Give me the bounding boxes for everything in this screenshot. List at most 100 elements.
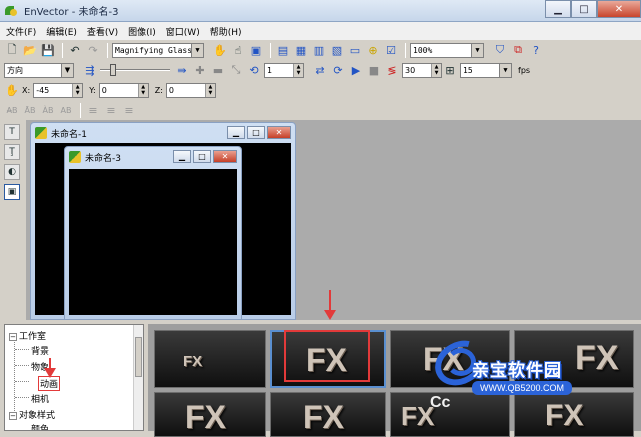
close-button[interactable]: ✕ <box>597 0 641 18</box>
tree-node-object-style[interactable]: − 对象样式 <box>9 408 55 421</box>
frame-field[interactable]: 1 ▲ ▼ <box>264 62 304 78</box>
view-camera-icon[interactable]: ▭ <box>347 42 363 58</box>
menu-edit[interactable]: 编辑(E) <box>46 25 77 38</box>
chevron-down-icon: ▼ <box>61 63 73 77</box>
close-button[interactable]: ✕ <box>213 150 237 163</box>
text-style-a-icon[interactable]: A̶B <box>4 102 20 118</box>
maximize-button[interactable]: □ <box>571 0 597 18</box>
export-icon[interactable]: ⧉ <box>510 42 526 58</box>
spin-arrows-icon[interactable]: ▲ ▼ <box>72 83 83 97</box>
x-label: X: <box>22 85 31 95</box>
rotate-tool-icon[interactable]: ✋ <box>4 82 20 98</box>
spin-arrows-icon[interactable]: ▲ ▼ <box>204 83 215 97</box>
speed-icon[interactable]: ≶ <box>384 62 400 78</box>
fit-view-icon[interactable]: ▣ <box>248 42 264 58</box>
tree-item-camera[interactable]: 相机 <box>31 392 49 405</box>
text-tool-icon[interactable]: T <box>4 124 20 140</box>
view-top-icon[interactable]: ▦ <box>293 42 309 58</box>
text-style-d-icon[interactable]: AB <box>58 102 74 118</box>
hand-pan-icon[interactable]: ✋ <box>212 42 228 58</box>
tool-select[interactable]: Magnifying Glass ▼ <box>112 42 204 58</box>
envector-app-icon <box>4 4 18 18</box>
menu-window[interactable]: 窗口(W) <box>166 25 200 38</box>
align-right-icon[interactable]: ≡ <box>121 102 137 118</box>
repeat-icon[interactable]: ⟳ <box>330 62 346 78</box>
loop-back-icon[interactable]: ⟲ <box>246 62 262 78</box>
chevron-down-icon: ▼ <box>191 43 203 57</box>
scale-keyframe-icon[interactable]: ⤡ <box>228 62 244 78</box>
undo-icon[interactable]: ↶ <box>67 42 83 58</box>
fps-field[interactable]: 30 ▲ ▼ <box>402 62 442 78</box>
help-pointer-icon[interactable]: ? <box>528 42 544 58</box>
play-icon[interactable]: ▶ <box>348 62 364 78</box>
y-field[interactable]: 0 ▲ ▼ <box>98 82 149 98</box>
menu-help[interactable]: 帮助(H) <box>210 25 242 38</box>
gallery-thumbnail[interactable]: FX <box>154 330 266 388</box>
x-field[interactable]: -45 ▲ ▼ <box>33 82 84 98</box>
tree-scrollbar[interactable] <box>133 325 143 430</box>
collapse-icon[interactable]: − <box>9 333 17 341</box>
zoom-select[interactable]: 100% ▼ <box>410 42 484 58</box>
gallery-thumbnail[interactable]: FX <box>270 392 386 437</box>
redo-icon[interactable]: ↷ <box>85 42 101 58</box>
text-style-c-icon[interactable]: ÀB <box>40 102 56 118</box>
remove-keyframe-icon[interactable]: ▬ <box>210 62 226 78</box>
align-left-icon[interactable]: ≡ <box>85 102 101 118</box>
scrollbar-thumb[interactable] <box>135 337 142 377</box>
menu-image[interactable]: 图像(I) <box>128 25 156 38</box>
new-file-icon[interactable]: 🗋 <box>4 42 20 58</box>
spin-arrows-icon[interactable]: ▲ ▼ <box>293 63 303 77</box>
maximize-button[interactable]: □ <box>247 126 265 139</box>
keyframe-move-icon[interactable]: ⇶ <box>82 62 98 78</box>
document-canvas[interactable] <box>69 169 237 315</box>
timeline-slider[interactable] <box>100 63 170 77</box>
gallery-thumbnail[interactable]: FX <box>154 392 266 437</box>
open-folder-icon[interactable]: 📂 <box>22 42 38 58</box>
watermark-brand: 亲宝软件园 <box>472 361 562 381</box>
thumbnail-label: FX <box>303 399 344 435</box>
menu-view[interactable]: 查看(V) <box>87 25 118 38</box>
z-field[interactable]: 0 ▲ ▼ <box>165 82 216 98</box>
ping-pong-icon[interactable]: ⇄ <box>312 62 328 78</box>
tree-node-studio[interactable]: − 工作室 <box>9 329 46 342</box>
view-front-icon[interactable]: ▤ <box>275 42 291 58</box>
watermark-url: WWW.QB5200.COM <box>472 381 573 395</box>
tree-node-label: 对象样式 <box>19 411 56 421</box>
save-icon[interactable]: 💾 <box>40 42 56 58</box>
keyframe-jump-icon[interactable]: ⇛ <box>174 62 190 78</box>
render-icon[interactable]: ⛉ <box>492 42 508 58</box>
text-frame-tool-icon[interactable]: Ţ <box>4 144 20 160</box>
maximize-button[interactable]: □ <box>193 150 211 163</box>
menu-file[interactable]: 文件(F) <box>6 25 36 38</box>
tree-item-animation[interactable]: 动画 <box>38 376 61 391</box>
fps-divider-icon: ⊞ <box>445 63 455 77</box>
view-side-icon[interactable]: ▥ <box>311 42 327 58</box>
tree-item-background[interactable]: 背景 <box>31 344 49 357</box>
minimize-button[interactable]: ▁ <box>227 126 245 139</box>
collapse-icon[interactable]: − <box>9 412 17 420</box>
rotate-hand-icon[interactable]: ☝ <box>230 42 246 58</box>
close-button[interactable]: ✕ <box>267 126 291 139</box>
spin-arrows-icon[interactable]: ▲ ▼ <box>137 83 148 97</box>
view-perspective-icon[interactable]: ▧ <box>329 42 345 58</box>
minimize-button[interactable]: ▁ <box>545 0 571 18</box>
tree-item-color[interactable]: 颜色 <box>31 422 49 430</box>
slider-thumb[interactable] <box>110 64 116 76</box>
document-title: 未命名-1 <box>51 129 87 140</box>
edit-object-icon[interactable]: ☑ <box>383 42 399 58</box>
fps-select-value: 15 <box>463 65 473 75</box>
fps-select[interactable]: 15 ▼ <box>460 62 512 78</box>
direction-select[interactable]: 方向 ▼ <box>4 62 74 78</box>
globe-icon[interactable]: ⊕ <box>365 42 381 58</box>
spin-arrows-icon[interactable]: ▲ ▼ <box>431 63 441 77</box>
text-style-b-icon[interactable]: ĀB <box>22 102 38 118</box>
document-window-3[interactable]: 未命名-3 ▁ □ ✕ <box>64 146 242 320</box>
frame-value: 1 <box>267 65 273 75</box>
stop-icon[interactable]: ■ <box>366 62 382 78</box>
minimize-button[interactable]: ▁ <box>173 150 191 163</box>
align-center-icon[interactable]: ≡ <box>103 102 119 118</box>
add-keyframe-icon[interactable]: ✚ <box>192 62 208 78</box>
select-tool-icon[interactable]: ▣ <box>4 184 20 200</box>
window-controls: ▁ □ ✕ <box>545 0 641 18</box>
object-tool-icon[interactable]: ◐ <box>4 164 20 180</box>
